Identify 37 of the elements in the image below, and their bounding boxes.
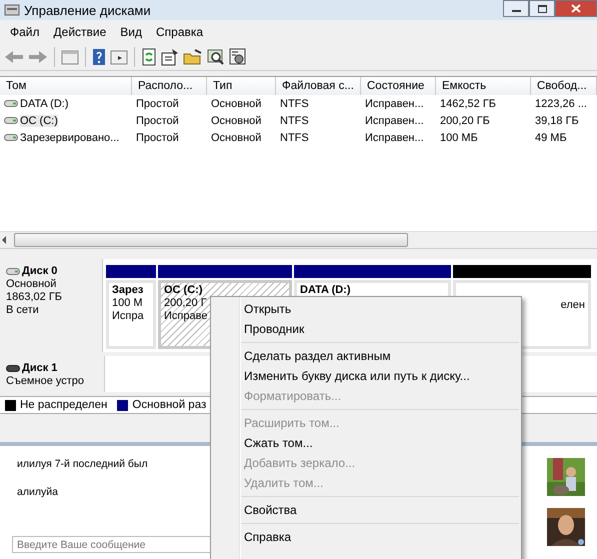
- table-cell: Основной: [211, 132, 262, 144]
- table-cell: NTFS: [280, 132, 309, 144]
- chat-message: алилуйа: [17, 486, 58, 498]
- partition-info: Зарез: [112, 284, 144, 296]
- window-title: Управление дисками: [24, 2, 152, 18]
- partition-info: DATA (D:): [300, 284, 350, 296]
- table-cell: 1223,26 ...: [535, 98, 587, 110]
- table-cell: NTFS: [280, 98, 309, 110]
- chat-message: илилуя 7-й последний был: [17, 458, 148, 470]
- table-cell: Основной: [211, 114, 262, 126]
- table-cell: 200,20 ГБ: [440, 114, 490, 126]
- table-cell: 1462,52 ГБ: [440, 98, 496, 110]
- table-cell: Простой: [136, 132, 179, 144]
- table-cell: Простой: [136, 98, 179, 110]
- disk-info: 1863,02 ГБ: [6, 291, 63, 303]
- disk-info: Основной: [6, 278, 58, 290]
- table-cell: 100 МБ: [440, 132, 478, 144]
- table-cell: NTFS: [280, 114, 309, 126]
- legend-label: Не распределен: [20, 399, 108, 411]
- disk-info: В сети: [6, 304, 40, 316]
- table-cell: Исправен...: [365, 98, 424, 110]
- table-cell: Исправен...: [365, 132, 424, 144]
- table-cell: 39,18 ГБ: [535, 114, 579, 126]
- partition-info: елен: [560, 299, 585, 311]
- table-cell: Основной: [211, 98, 262, 110]
- partition-info: ОС (C:): [164, 284, 202, 296]
- partition-info: Испра: [112, 310, 144, 322]
- disk-name: Диск 1: [22, 362, 58, 374]
- partition-info: 200,20 Г: [164, 297, 207, 309]
- disk-info: Съемное устро: [6, 375, 86, 388]
- legend-label: Основной раз: [132, 399, 206, 411]
- table-cell: Простой: [136, 114, 179, 126]
- table-cell: 49 МБ: [535, 132, 567, 144]
- partition-info: Исправе: [164, 310, 208, 322]
- disk-name: Диск 0: [22, 265, 58, 277]
- table-cell: Исправен...: [365, 114, 424, 126]
- partition-info: 100 М: [112, 297, 143, 309]
